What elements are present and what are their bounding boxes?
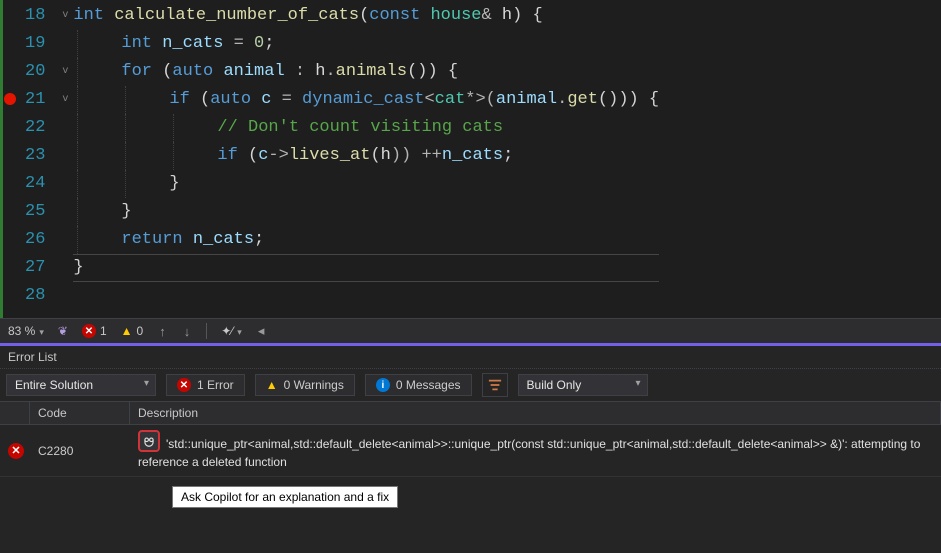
scope-dropdown[interactable]: Entire Solution — [6, 374, 156, 396]
zoom-dropdown[interactable]: 83 % — [8, 324, 44, 338]
code-line[interactable]: // Don't count visiting cats — [73, 114, 659, 142]
warning-icon: ▲ — [266, 378, 278, 392]
code-line[interactable]: return n_cats; — [73, 226, 659, 254]
filter-errors-label: 1 Error — [197, 378, 234, 392]
error-list-header: Code Description — [0, 402, 941, 425]
error-icon: ✕ — [8, 443, 24, 459]
fold-gutter[interactable]: vvv — [57, 0, 73, 318]
filter-warnings-button[interactable]: ▲ 0 Warnings — [255, 374, 355, 396]
inline-warnings-count: 0 — [137, 324, 144, 338]
health-icon[interactable]: ❦ — [58, 324, 68, 338]
code-area[interactable]: int calculate_number_of_cats(const house… — [73, 0, 659, 318]
build-dropdown[interactable]: Build Only — [518, 374, 648, 396]
separator — [206, 323, 207, 339]
prev-issue-button[interactable]: ↑ — [157, 324, 168, 339]
info-icon: i — [376, 378, 390, 392]
error-list-panel: Error List Entire Solution ✕ 1 Error ▲ 0… — [0, 346, 941, 553]
col-code[interactable]: Code — [30, 402, 130, 424]
error-code: C2280 — [30, 442, 130, 460]
code-line[interactable] — [73, 282, 659, 310]
filter-warnings-label: 0 Warnings — [284, 378, 344, 392]
code-line[interactable]: for (auto animal : h.animals()) { — [73, 58, 659, 86]
code-line[interactable]: if (auto c = dynamic_cast<cat*>(animal.g… — [73, 86, 659, 114]
line-number-gutter: 1819202122232425262728 — [21, 0, 57, 318]
filter-errors-button[interactable]: ✕ 1 Error — [166, 374, 245, 396]
breakpoint-gutter[interactable] — [3, 0, 21, 318]
back-arrow[interactable]: ◂ — [256, 323, 267, 339]
col-icon[interactable] — [0, 402, 30, 424]
editor-status-strip: 83 % ❦ ✕ 1 ▲ 0 ↑ ↓ ✦⁄ ◂ — [0, 318, 941, 344]
error-list-toolbar: Entire Solution ✕ 1 Error ▲ 0 Warnings i… — [0, 369, 941, 402]
filter-messages-label: 0 Messages — [396, 378, 461, 392]
code-editor[interactable]: 1819202122232425262728 vvv int calculate… — [0, 0, 941, 318]
code-line[interactable]: if (c->lives_at(h)) ++n_cats; — [73, 142, 659, 170]
warning-icon: ▲ — [121, 324, 133, 338]
code-line[interactable]: } — [73, 170, 659, 198]
error-row[interactable]: ✕ C2280'std::unique_ptr<animal,std::defau… — [0, 425, 941, 477]
inline-errors[interactable]: ✕ 1 — [82, 324, 107, 338]
next-issue-button[interactable]: ↓ — [182, 324, 193, 339]
code-line[interactable]: int n_cats = 0; — [73, 30, 659, 58]
code-line[interactable]: } — [73, 254, 659, 282]
col-description[interactable]: Description — [130, 402, 941, 424]
error-description: 'std::unique_ptr<animal,std::default_del… — [130, 428, 941, 473]
error-icon: ✕ — [82, 324, 96, 338]
code-line[interactable]: } — [73, 198, 659, 226]
filter-icon-button[interactable] — [482, 373, 508, 397]
inline-errors-count: 1 — [100, 324, 107, 338]
copilot-tooltip: Ask Copilot for an explanation and a fix — [172, 486, 398, 508]
panel-title: Error List — [0, 346, 941, 369]
code-cleanup-button[interactable]: ✦⁄ — [221, 324, 242, 338]
code-line[interactable]: int calculate_number_of_cats(const house… — [73, 2, 659, 30]
error-icon: ✕ — [177, 378, 191, 392]
filter-messages-button[interactable]: i 0 Messages — [365, 374, 472, 396]
breakpoint-marker[interactable] — [4, 93, 16, 105]
copilot-explain-button[interactable] — [138, 430, 160, 452]
inline-warnings[interactable]: ▲ 0 — [121, 324, 144, 338]
